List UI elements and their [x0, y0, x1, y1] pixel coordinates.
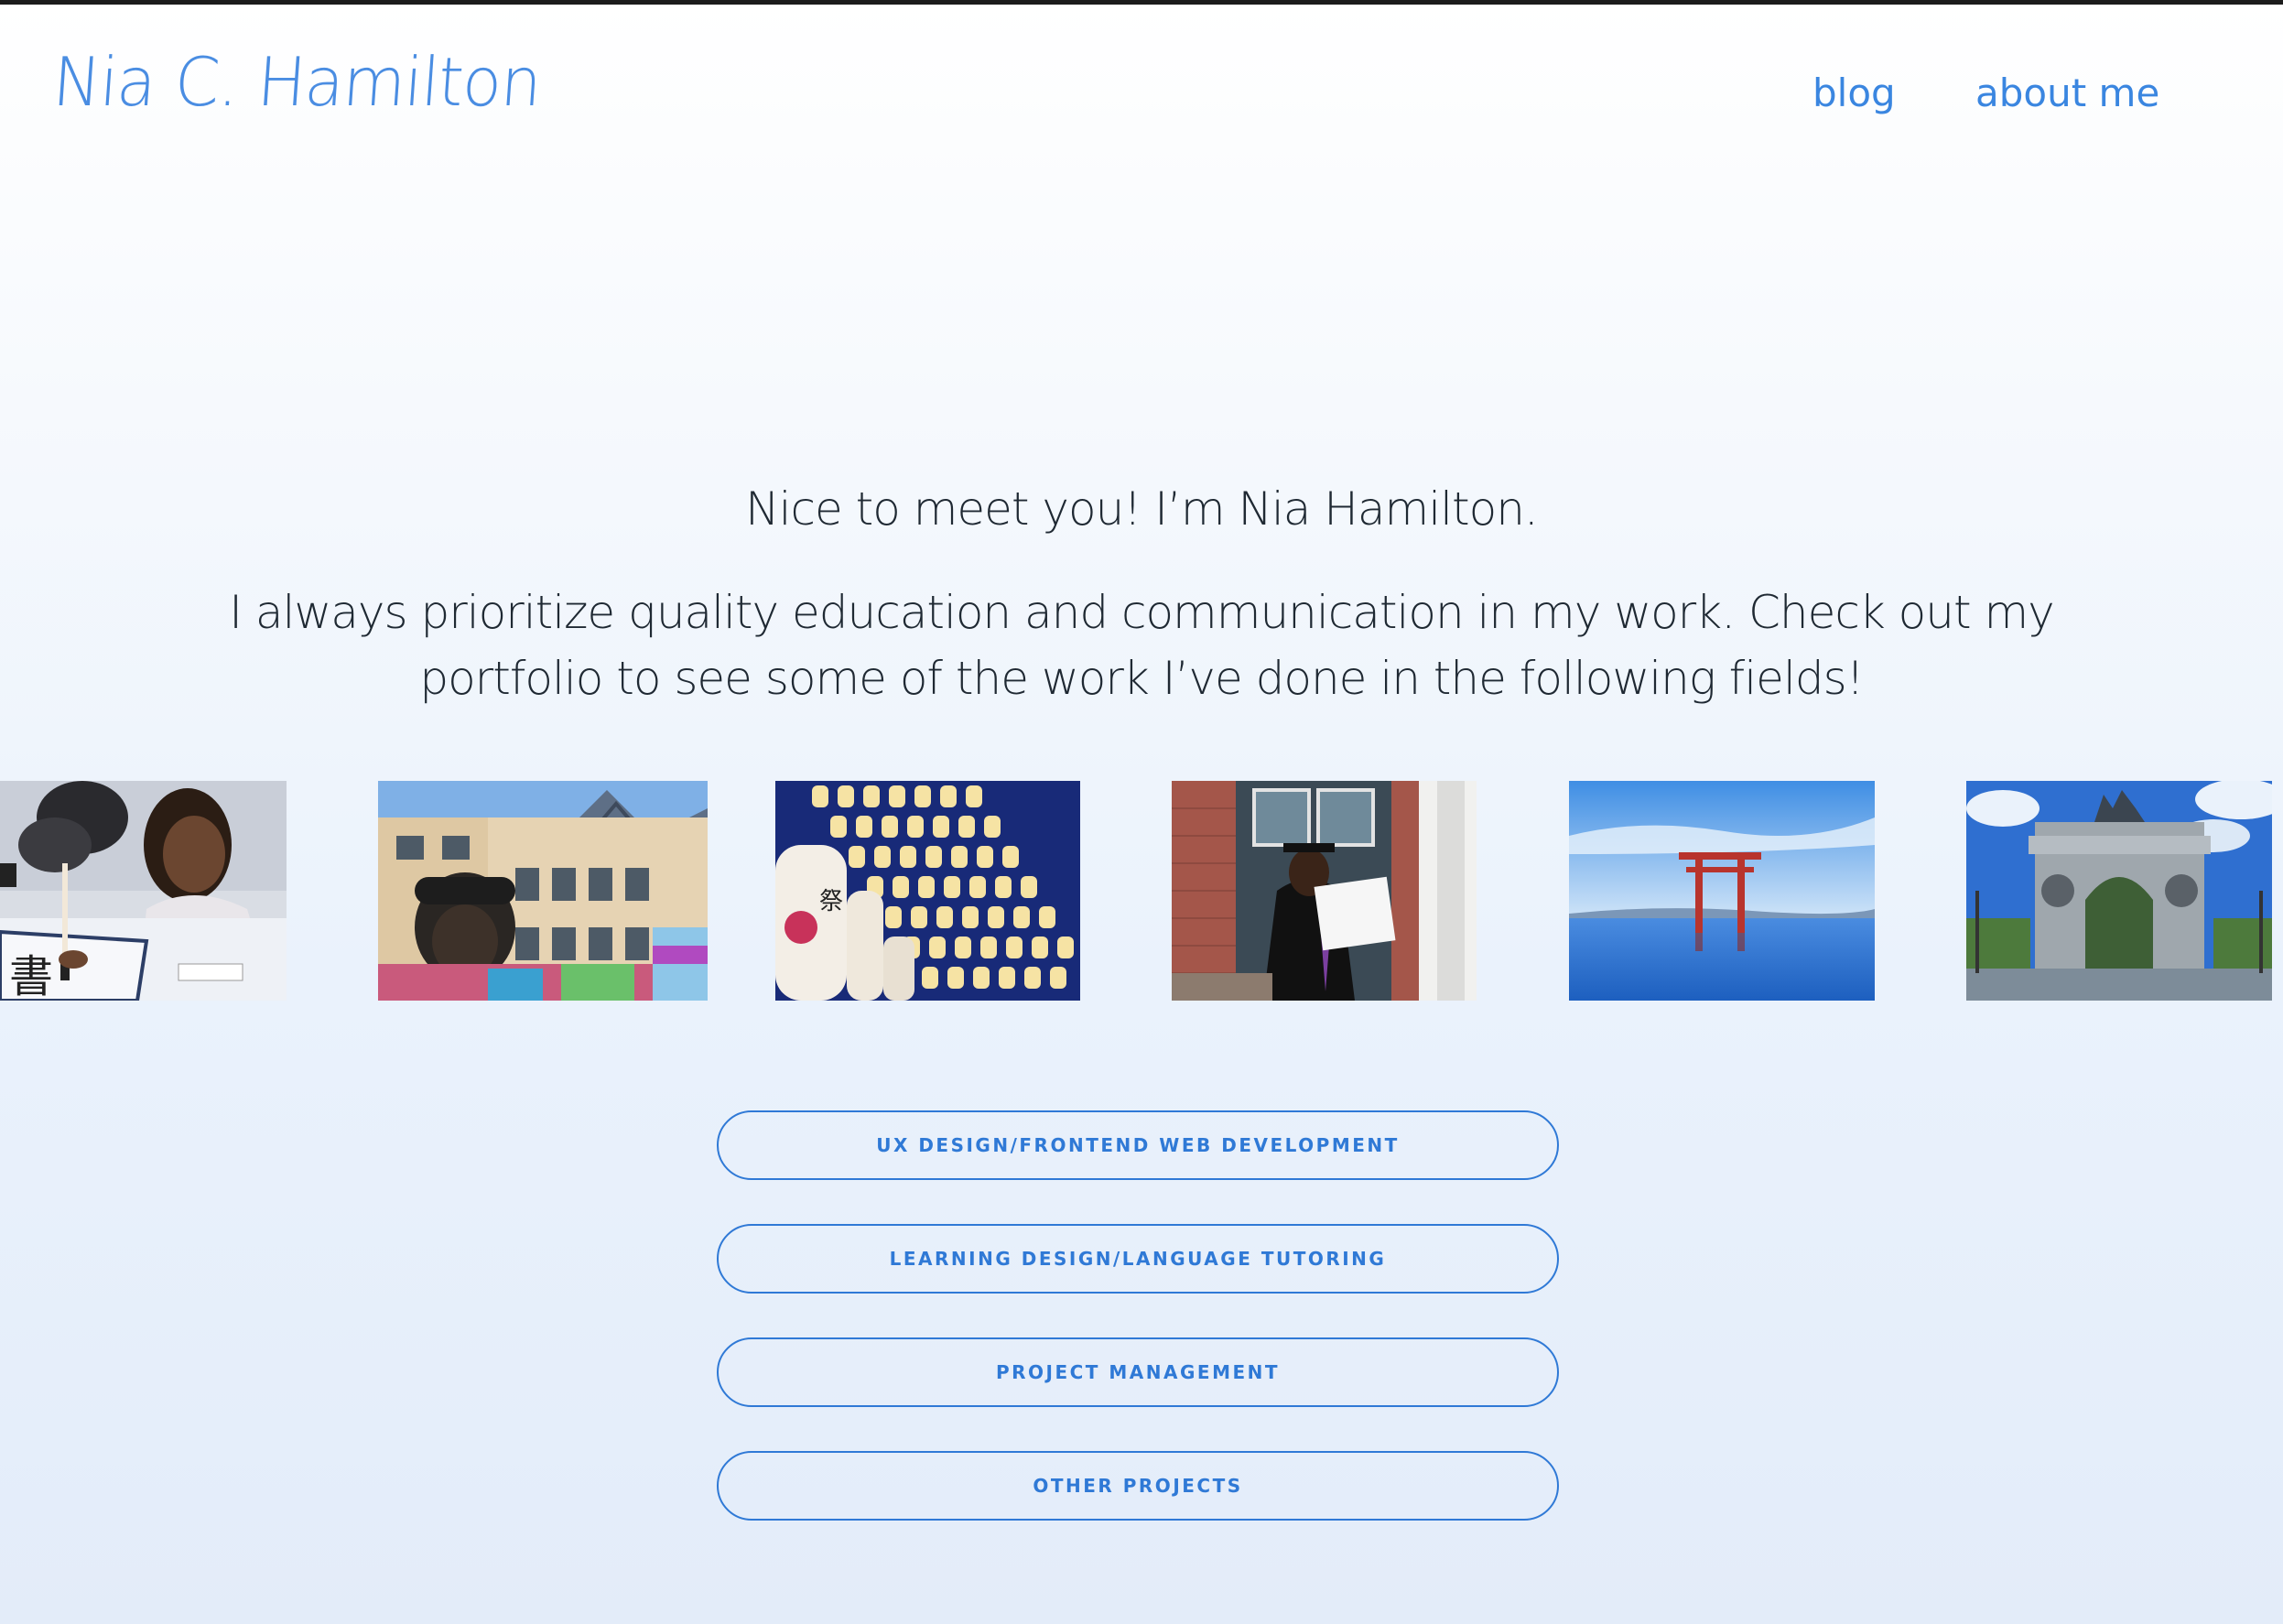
intro-line-2: portfolio to see some of the work I’ve d… — [419, 652, 1864, 705]
calligraphy-photo: 書 — [0, 781, 287, 1001]
svg-text:祭: 祭 — [819, 888, 843, 915]
svg-text:書: 書 — [9, 951, 53, 1001]
site-header: Nia C. Hamilton blog about me — [0, 5, 2283, 188]
ux-design-button[interactable]: UX DESIGN/FRONTEND WEB DEVELOPMENT — [717, 1110, 1559, 1180]
learning-design-button[interactable]: LEARNING DESIGN/LANGUAGE TUTORING — [717, 1224, 1559, 1294]
street-mural-photo — [378, 781, 708, 1001]
memorial-arch-photo — [1966, 781, 2272, 1001]
portfolio-fields: UX DESIGN/FRONTEND WEB DEVELOPMENT LEARN… — [717, 1110, 1559, 1564]
intro-description: I always prioritize quality education an… — [0, 579, 2283, 711]
lake-torii-photo — [1569, 781, 1875, 1001]
other-projects-button[interactable]: OTHER PROJECTS — [717, 1451, 1559, 1521]
intro-greeting: Nice to meet you! I’m Nia Hamilton. — [745, 482, 1539, 536]
site-logo[interactable]: Nia C. Hamilton — [50, 43, 544, 122]
intro-line-1: I always prioritize quality education an… — [229, 586, 2055, 639]
project-management-button[interactable]: PROJECT MANAGEMENT — [717, 1337, 1559, 1407]
photo-gallery: 書 祭 — [0, 781, 2283, 1001]
nav-link-blog[interactable]: blog — [1812, 70, 1896, 115]
lanterns-photo: 祭 — [775, 781, 1080, 1001]
graduation-photo — [1172, 781, 1477, 1001]
nav-link-about-me[interactable]: about me — [1975, 70, 2159, 115]
